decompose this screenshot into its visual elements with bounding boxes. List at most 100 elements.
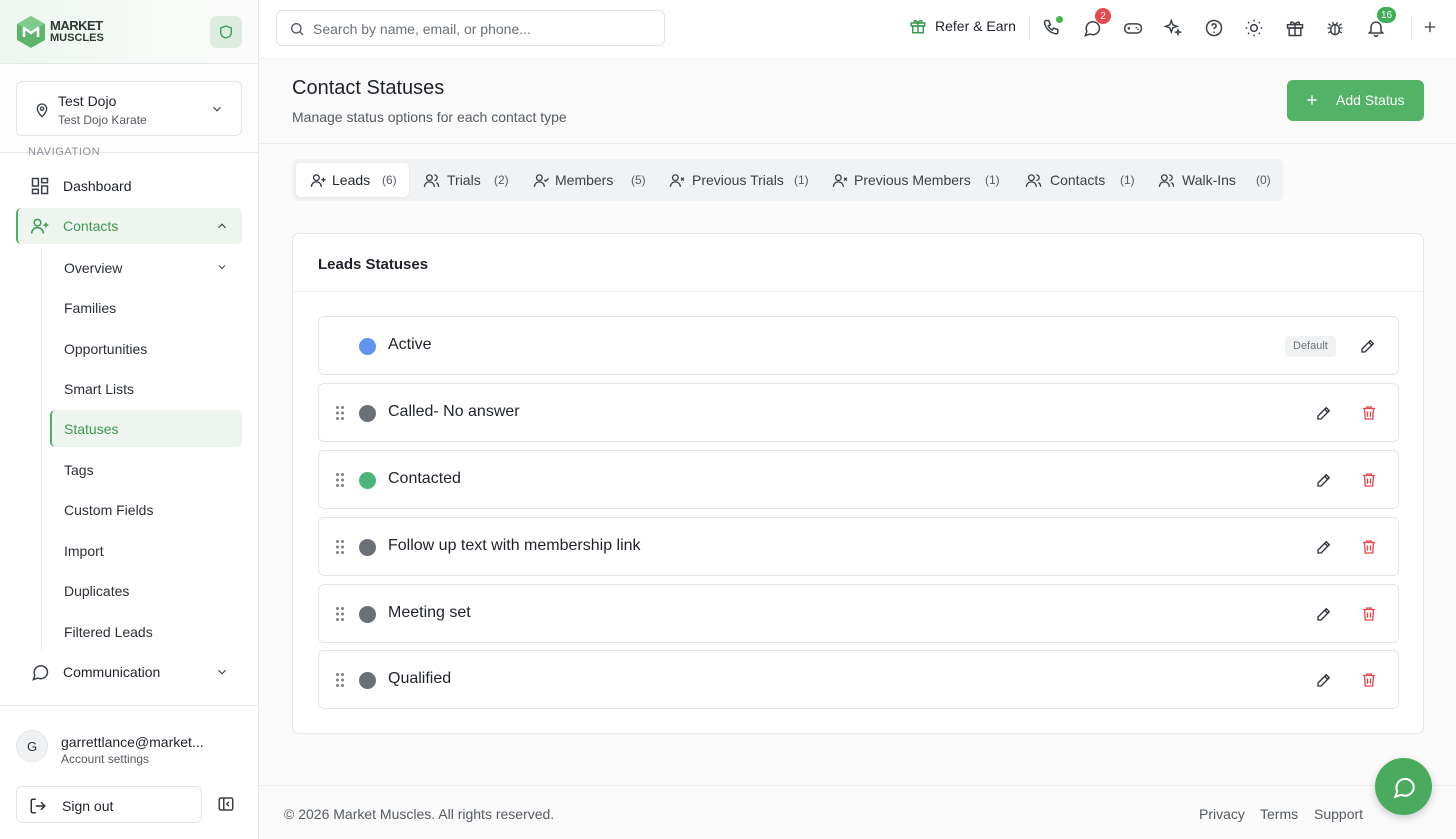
statuses-card: Leads Statuses Active Default Called- No…: [292, 233, 1424, 734]
phone-button[interactable]: [1042, 16, 1063, 38]
quick-add-button[interactable]: [1421, 18, 1441, 38]
notifications-button[interactable]: 16: [1366, 7, 1397, 38]
edit-icon[interactable]: [1359, 337, 1377, 355]
sub-nav-line: [41, 249, 42, 651]
sparkles-icon: [1163, 18, 1183, 37]
tab-previous-trials[interactable]: Previous Trials (1): [655, 163, 818, 197]
status-row[interactable]: Called- No answer: [318, 383, 1399, 442]
tab-count: (5): [631, 173, 646, 187]
tab-previous-members[interactable]: Previous Members (1): [818, 163, 1011, 197]
status-row[interactable]: Follow up text with membership link: [318, 517, 1399, 576]
subitem-label: Overview: [64, 260, 123, 276]
status-name: Follow up text with membership link: [388, 537, 641, 554]
trash-icon[interactable]: [1360, 404, 1378, 422]
messages-button[interactable]: 2: [1082, 8, 1111, 38]
user-check-icon: [533, 174, 550, 187]
status-row[interactable]: Qualified: [318, 650, 1399, 709]
drag-handle-icon[interactable]: [335, 539, 345, 555]
status-color-dot: [359, 672, 376, 689]
tab-walk-ins[interactable]: Walk-Ins (0): [1144, 163, 1279, 197]
sidebar-subitem-statuses[interactable]: Statuses: [50, 410, 242, 447]
theme-toggle-button[interactable]: [1244, 18, 1264, 38]
edit-icon[interactable]: [1315, 671, 1333, 689]
edit-icon[interactable]: [1315, 471, 1333, 489]
location-name: Test Dojo: [58, 93, 117, 109]
add-status-button[interactable]: Add Status: [1287, 80, 1424, 121]
terms-link[interactable]: Terms: [1260, 806, 1298, 822]
sidebar-subitem-overview[interactable]: Overview: [50, 249, 242, 286]
add-status-label: Add Status: [1336, 92, 1405, 108]
sidebar-header: MARKET MUSCLES: [0, 0, 258, 64]
search-box[interactable]: [276, 10, 665, 46]
refer-earn-button[interactable]: Refer & Earn: [909, 17, 1016, 35]
toolbar-divider: [1029, 17, 1030, 39]
avatar[interactable]: G: [16, 730, 48, 762]
tab-count: (0): [1256, 173, 1271, 187]
status-color-dot: [359, 472, 376, 489]
dashboard-icon: [31, 177, 49, 195]
subitem-label: Opportunities: [64, 341, 148, 357]
chat-support-button[interactable]: [1375, 758, 1432, 815]
location-switcher[interactable]: Test Dojo Test Dojo Karate: [16, 81, 242, 136]
games-button[interactable]: [1123, 18, 1143, 38]
sidebar-subitem-duplicates[interactable]: Duplicates: [50, 572, 242, 609]
support-link[interactable]: Support: [1314, 806, 1363, 822]
ai-button[interactable]: [1163, 18, 1183, 38]
trash-icon[interactable]: [1360, 671, 1378, 689]
sidebar-subitem-tags[interactable]: Tags: [50, 451, 242, 488]
tab-label: Previous Trials: [692, 172, 784, 188]
tab-trials[interactable]: Trials (2): [409, 163, 519, 197]
tab-members[interactable]: Members (5): [519, 163, 655, 197]
status-row[interactable]: Contacted: [318, 450, 1399, 509]
tab-label: Walk-Ins: [1182, 172, 1236, 188]
page-subtitle: Manage status options for each contact t…: [292, 109, 567, 125]
edit-icon[interactable]: [1315, 404, 1333, 422]
rewards-button[interactable]: [1285, 18, 1305, 38]
trash-icon[interactable]: [1360, 538, 1378, 556]
tab-label: Contacts: [1050, 172, 1106, 188]
sidebar-item-communication[interactable]: Communication: [16, 654, 242, 690]
sidebar-nav: Dashboard Contacts Overview Families Opp…: [0, 153, 258, 705]
sign-out-label: Sign out: [62, 798, 114, 814]
sidebar-subitem-custom-fields[interactable]: Custom Fields: [50, 491, 242, 528]
help-button[interactable]: [1204, 18, 1224, 38]
sidebar-subitem-import[interactable]: Import: [50, 532, 242, 569]
account-settings-link[interactable]: Account settings: [61, 752, 149, 766]
edit-icon[interactable]: [1315, 605, 1333, 623]
logo-icon: [17, 16, 45, 48]
sidebar-collapse-icon[interactable]: [217, 795, 235, 813]
sidebar-item-dashboard[interactable]: Dashboard: [16, 168, 242, 204]
edit-icon[interactable]: [1315, 538, 1333, 556]
sidebar-item-contacts[interactable]: Contacts: [16, 208, 242, 244]
drag-handle-icon[interactable]: [335, 606, 345, 622]
toolbar-divider: [1411, 17, 1412, 39]
notifications-badge: 16: [1377, 7, 1397, 23]
shield-button[interactable]: [210, 16, 242, 48]
subitem-label: Filtered Leads: [64, 624, 153, 640]
drag-handle-icon[interactable]: [335, 405, 345, 421]
logo-line2: MUSCLES: [50, 32, 104, 44]
card-header: Leads Statuses: [293, 234, 1423, 292]
sidebar-subitem-families[interactable]: Families: [50, 289, 242, 326]
drag-handle-icon[interactable]: [335, 672, 345, 688]
trash-icon[interactable]: [1360, 605, 1378, 623]
bug-report-button[interactable]: [1325, 18, 1345, 38]
sign-out-button[interactable]: Sign out: [16, 786, 202, 823]
tab-leads[interactable]: Leads (6): [296, 163, 409, 197]
status-row[interactable]: Meeting set: [318, 584, 1399, 643]
search-input[interactable]: [313, 19, 653, 39]
sidebar-subitem-opportunities[interactable]: Opportunities: [50, 330, 242, 367]
sidebar-subitem-smart-lists[interactable]: Smart Lists: [50, 370, 242, 407]
drag-handle-icon[interactable]: [335, 472, 345, 488]
logo[interactable]: MARKET MUSCLES: [16, 15, 104, 49]
status-name: Active: [388, 336, 432, 353]
subitem-label: Import: [64, 543, 104, 559]
account-email[interactable]: garrettlance@market...: [61, 734, 211, 750]
privacy-link[interactable]: Privacy: [1199, 806, 1245, 822]
status-row[interactable]: Active Default: [318, 316, 1399, 375]
chat-bubble-icon: [1393, 777, 1415, 798]
trash-icon[interactable]: [1360, 471, 1378, 489]
tab-contacts[interactable]: Contacts (1): [1011, 163, 1144, 197]
sidebar-subitem-filtered-leads[interactable]: Filtered Leads: [50, 613, 242, 650]
sidebar: MARKET MUSCLES Test Dojo Test Dojo Karat…: [0, 0, 259, 839]
